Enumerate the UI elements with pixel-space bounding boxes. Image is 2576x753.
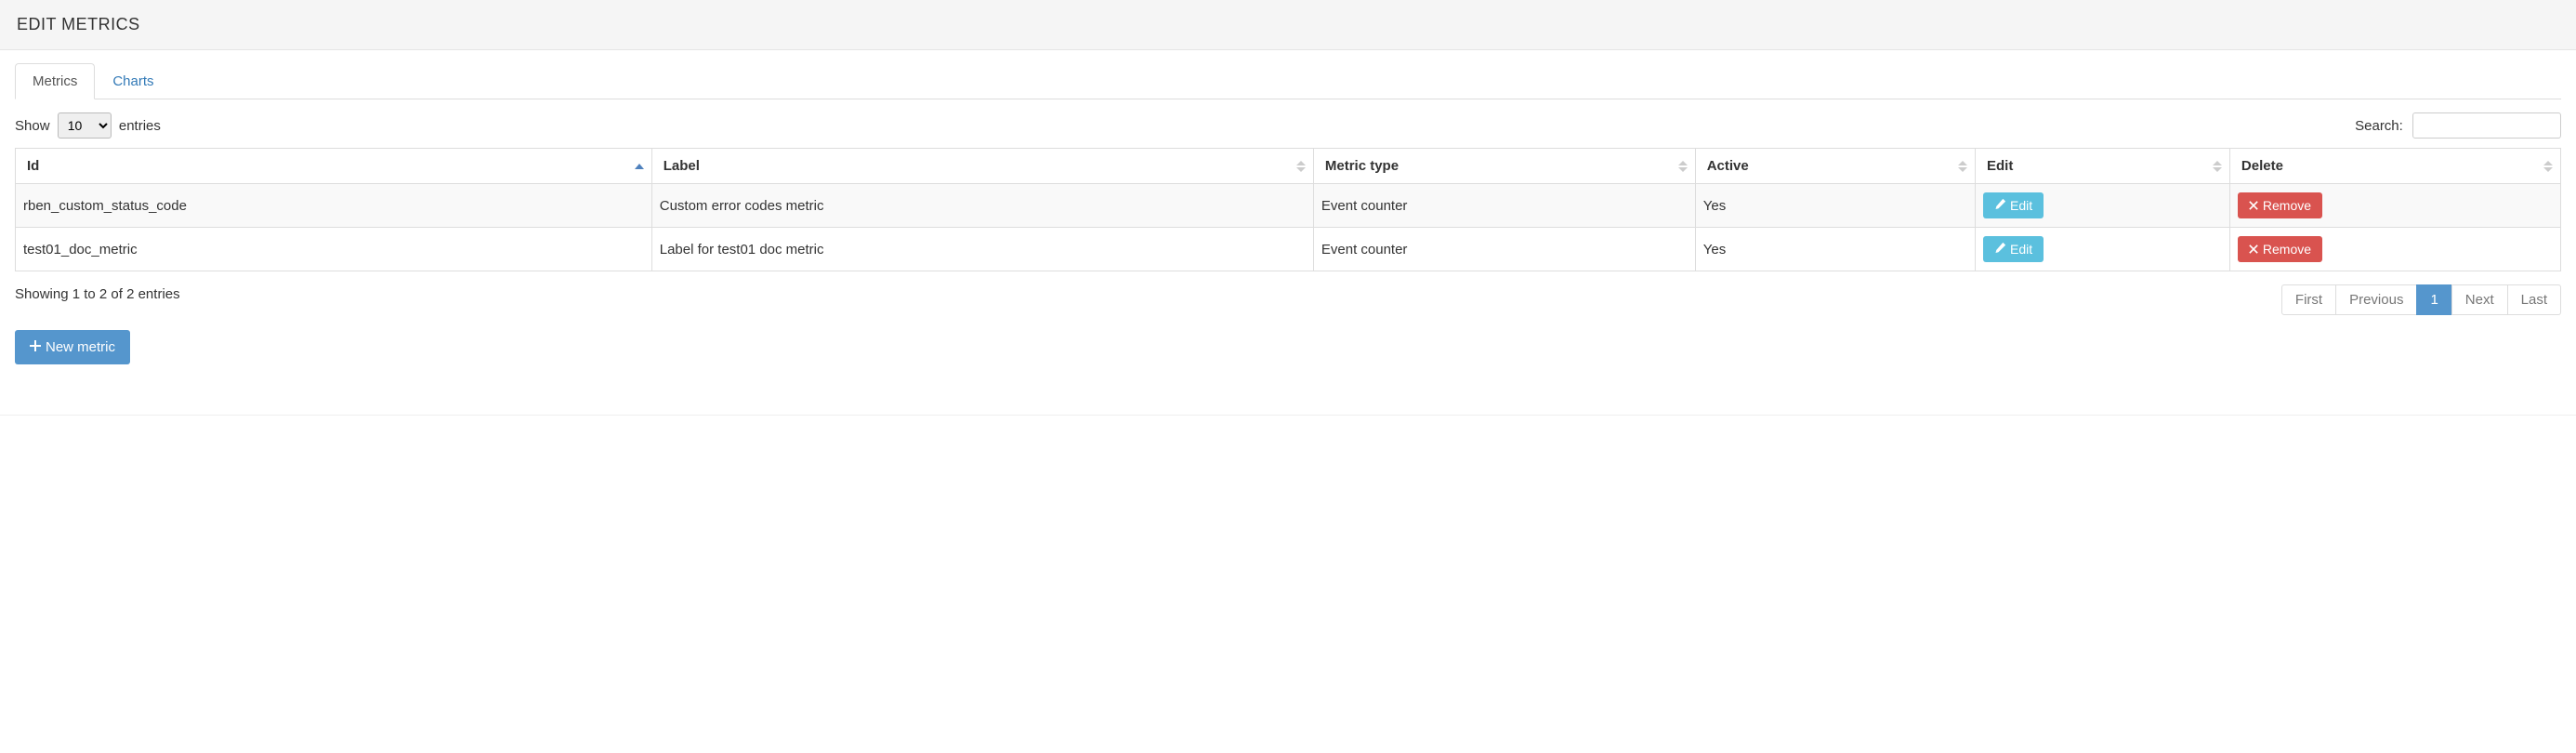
- cell-label: Custom error codes metric: [651, 184, 1313, 228]
- cell-metric-type: Event counter: [1313, 184, 1695, 228]
- sort-both-icon: [1678, 161, 1688, 172]
- metrics-table: Id Label Metric type: [15, 148, 2561, 271]
- page-first[interactable]: First: [2281, 284, 2336, 315]
- table-row: rben_custom_status_code Custom error cod…: [16, 184, 2561, 228]
- close-icon: [2249, 242, 2258, 257]
- sort-both-icon: [2213, 161, 2222, 172]
- edit-button[interactable]: Edit: [1983, 192, 2044, 218]
- new-metric-button[interactable]: New metric: [15, 330, 130, 364]
- tab-metrics[interactable]: Metrics: [15, 63, 95, 99]
- page-next[interactable]: Next: [2451, 284, 2508, 315]
- remove-button[interactable]: Remove: [2238, 192, 2322, 218]
- cell-active: Yes: [1695, 228, 1975, 271]
- plus-icon: [30, 339, 41, 355]
- sort-both-icon: [1296, 161, 1306, 172]
- sort-both-icon: [1958, 161, 1967, 172]
- pagination: First Previous 1 Next Last: [2281, 284, 2561, 315]
- length-suffix: entries: [119, 118, 161, 134]
- col-id[interactable]: Id: [16, 149, 652, 184]
- cell-active: Yes: [1695, 184, 1975, 228]
- col-active[interactable]: Active: [1695, 149, 1975, 184]
- remove-button[interactable]: Remove: [2238, 236, 2322, 262]
- col-metric-type[interactable]: Metric type: [1313, 149, 1695, 184]
- table-header-row: Id Label Metric type: [16, 149, 2561, 184]
- page-last[interactable]: Last: [2507, 284, 2561, 315]
- cell-metric-type: Event counter: [1313, 228, 1695, 271]
- length-select[interactable]: 10 25 50 100: [58, 112, 112, 139]
- cell-edit: Edit: [1976, 228, 2230, 271]
- edit-icon: [1994, 242, 2005, 257]
- cell-label: Label for test01 doc metric: [651, 228, 1313, 271]
- tab-charts[interactable]: Charts: [95, 63, 171, 99]
- edit-button[interactable]: Edit: [1983, 236, 2044, 262]
- table-controls: Show 10 25 50 100 entries Search:: [15, 112, 2561, 139]
- search-control: Search:: [2355, 112, 2561, 139]
- table-row: test01_doc_metric Label for test01 doc m…: [16, 228, 2561, 271]
- tab-label: Metrics: [33, 73, 77, 89]
- content-area: Metrics Charts Show 10 25 50 100 entries…: [0, 50, 2576, 387]
- page-header: EDIT METRICS: [0, 0, 2576, 50]
- length-prefix: Show: [15, 118, 50, 134]
- col-edit[interactable]: Edit: [1976, 149, 2230, 184]
- col-delete[interactable]: Delete: [2229, 149, 2560, 184]
- page-title: EDIT METRICS: [17, 15, 2559, 34]
- cell-delete: Remove: [2229, 184, 2560, 228]
- table-info: Showing 1 to 2 of 2 entries: [15, 284, 180, 302]
- cell-edit: Edit: [1976, 184, 2230, 228]
- tab-label: Charts: [112, 73, 153, 89]
- close-icon: [2249, 198, 2258, 213]
- cell-id: test01_doc_metric: [16, 228, 652, 271]
- page-previous[interactable]: Previous: [2335, 284, 2417, 315]
- search-label: Search:: [2355, 118, 2403, 134]
- length-control: Show 10 25 50 100 entries: [15, 112, 161, 139]
- sort-both-icon: [2543, 161, 2553, 172]
- cell-id: rben_custom_status_code: [16, 184, 652, 228]
- new-metric-row: New metric: [15, 330, 2561, 364]
- search-input[interactable]: [2412, 112, 2561, 139]
- edit-icon: [1994, 198, 2005, 213]
- sort-asc-icon: [635, 164, 644, 169]
- table-footer: Showing 1 to 2 of 2 entries First Previo…: [15, 284, 2561, 315]
- tabs: Metrics Charts: [15, 63, 2561, 99]
- col-label[interactable]: Label: [651, 149, 1313, 184]
- cell-delete: Remove: [2229, 228, 2560, 271]
- page-number[interactable]: 1: [2416, 284, 2451, 315]
- footer-divider: [0, 415, 2576, 416]
